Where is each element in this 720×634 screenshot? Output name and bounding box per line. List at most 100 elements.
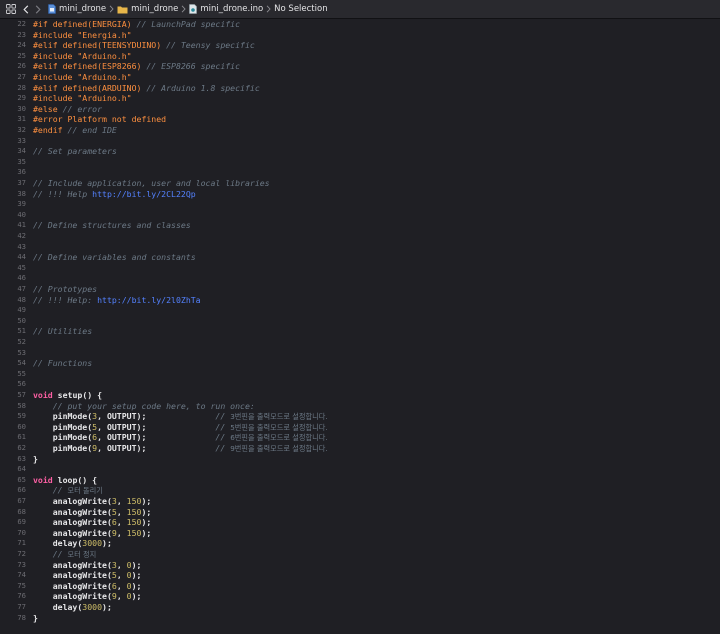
code-editor[interactable]: 22 #if defined(ENERGIA) // LaunchPad spec… — [0, 19, 720, 634]
code-token: , — [116, 580, 127, 591]
breadcrumb-project[interactable]: mini_drone — [48, 4, 106, 14]
code-token: } — [33, 612, 38, 623]
code-line[interactable]: 33 — [0, 136, 720, 147]
code-token: 150 — [126, 496, 142, 506]
code-token: #include "Arduino.h" — [33, 93, 132, 104]
code-line[interactable]: 49 — [0, 305, 720, 316]
code-line[interactable]: 23 #include "Energia.h" — [0, 30, 720, 41]
code-line[interactable]: 29 #include "Arduino.h" — [0, 93, 720, 104]
code-line[interactable]: 52 — [0, 337, 720, 348]
code-line[interactable]: 31 #error Platform not defined — [0, 114, 720, 125]
line-number: 58 — [17, 400, 26, 410]
back-arrow-icon[interactable] — [20, 0, 32, 19]
line-number: 24 — [17, 40, 26, 50]
code-line[interactable]: 37 // Include application, user and local… — [0, 178, 720, 189]
code-text: // Include application, user and local l… — [33, 178, 270, 189]
code-token: 모터 정지 — [67, 550, 97, 559]
code-token: // — [215, 421, 231, 432]
code-line[interactable]: 26 #elif defined(ESP8266) // ESP8266 spec… — [0, 61, 720, 72]
code-line[interactable]: 40 — [0, 210, 720, 221]
code-line[interactable]: 73 analogWrite(3, 0); — [0, 560, 720, 571]
code-line[interactable]: 69 analogWrite(6, 150); — [0, 517, 720, 528]
code-line[interactable]: 78} — [0, 613, 720, 624]
breadcrumb-selection[interactable]: No Selection — [274, 4, 327, 14]
line-number: 76 — [17, 591, 26, 601]
code-line[interactable]: 68 analogWrite(5, 150); — [0, 507, 720, 518]
line-number: 45 — [17, 262, 26, 272]
code-line[interactable]: 42 — [0, 231, 720, 242]
code-line[interactable]: 60 pinMode(5, OUTPUT); // 5번핀을 출력모드로 설정합… — [0, 422, 720, 433]
line-number: 48 — [17, 294, 26, 304]
code-line[interactable]: 54 // Functions — [0, 358, 720, 369]
code-line[interactable]: 27 #include "Arduino.h" — [0, 72, 720, 83]
code-text: analogWrite(6, 150); — [33, 517, 152, 528]
code-text: // Prototypes — [33, 284, 97, 295]
line-number: 41 — [17, 220, 26, 230]
code-token: // end IDE — [67, 125, 117, 135]
line-number: 57 — [17, 390, 26, 399]
code-token: // Teensy specific — [166, 40, 255, 51]
code-line[interactable]: 74 analogWrite(5, 0); — [0, 570, 720, 581]
code-token: // !!! Help: — [33, 294, 98, 305]
code-line[interactable]: 77 delay(3000); — [0, 602, 720, 613]
code-line[interactable]: 56 — [0, 379, 720, 390]
code-text: analogWrite(3, 150); — [33, 496, 152, 507]
code-line[interactable]: 58 // put your setup code here, to run o… — [0, 401, 720, 412]
code-line[interactable]: 48 // !!! Help: http://bit.ly/2l0ZhTa — [0, 295, 720, 306]
line-number: 64 — [17, 464, 26, 474]
code-line[interactable]: 25 #include "Arduino.h" — [0, 51, 720, 62]
code-line[interactable]: 38 // !!! Help http://bit.ly/2CL22Qp — [0, 189, 720, 200]
code-line[interactable]: 30 #else // error — [0, 104, 720, 115]
code-text: analogWrite(3, 0); — [33, 559, 142, 571]
code-token: ); — [141, 527, 152, 538]
code-line[interactable]: 70 analogWrite(9, 150); — [0, 528, 720, 539]
code-line[interactable]: 59 pinMode(3, OUTPUT); // 3번핀을 출력모드로 설정합… — [0, 411, 720, 422]
code-line[interactable]: 43 — [0, 242, 720, 253]
line-number: 74 — [17, 570, 26, 580]
code-line[interactable]: 50 — [0, 316, 720, 327]
code-text: // Define structures and classes — [33, 220, 191, 231]
code-token: , — [116, 527, 127, 538]
code-token: ); — [102, 602, 112, 612]
code-line[interactable]: 28 #elif defined(ARDUINO) // Arduino 1.8 … — [0, 83, 720, 94]
code-line[interactable]: 46 — [0, 273, 720, 284]
code-line[interactable]: 63} — [0, 454, 720, 465]
code-token: // LaunchPad specific — [136, 19, 241, 29]
code-text: analogWrite(9, 0); — [33, 591, 142, 602]
code-line[interactable]: 75 analogWrite(6, 0); — [0, 581, 720, 592]
code-line[interactable]: 64 — [0, 464, 720, 475]
code-line[interactable]: 66 // 모터 돌리기 — [0, 485, 720, 496]
code-line[interactable]: 53 — [0, 348, 720, 359]
forward-arrow-icon[interactable] — [32, 0, 44, 19]
code-line[interactable]: 67 analogWrite(3, 150); — [0, 496, 720, 507]
code-line[interactable]: 36 — [0, 167, 720, 178]
code-line[interactable]: 47 // Prototypes — [0, 284, 720, 295]
code-line[interactable]: 39 — [0, 199, 720, 210]
code-line[interactable]: 35 — [0, 157, 720, 168]
code-line[interactable]: 22 #if defined(ENERGIA) // LaunchPad spec… — [0, 19, 720, 30]
code-line[interactable]: 24 #elif defined(TEENSYDUINO) // Teensy s… — [0, 40, 720, 51]
code-line[interactable]: 34 // Set parameters — [0, 146, 720, 157]
code-line[interactable]: 72 // 모터 정지 — [0, 549, 720, 560]
breadcrumb-selection-label: No Selection — [274, 4, 328, 14]
breadcrumb-folder[interactable]: mini_drone — [117, 4, 178, 14]
line-number: 49 — [17, 305, 26, 315]
code-line[interactable]: 65 void loop() { — [0, 475, 720, 486]
code-line[interactable]: 55 — [0, 369, 720, 380]
breadcrumb-file[interactable]: mini_drone.ino — [189, 4, 263, 14]
code-token: , — [116, 559, 127, 570]
code-line[interactable]: 32 #endif // end IDE — [0, 125, 720, 136]
code-text: #include "Arduino.h" — [33, 72, 132, 83]
code-token: delay( — [33, 602, 83, 612]
code-line[interactable]: 45 — [0, 263, 720, 274]
code-line[interactable]: 71 delay(3000); — [0, 538, 720, 549]
code-line[interactable]: 44 // Define variables and constants — [0, 252, 720, 263]
code-line[interactable]: 51 // Utilities — [0, 326, 720, 337]
code-text: // Set parameters — [33, 146, 117, 157]
code-line[interactable]: 61 pinMode(6, OUTPUT); // 6번핀을 출력모드로 설정합… — [0, 432, 720, 443]
code-line[interactable]: 41 // Define structures and classes — [0, 220, 720, 231]
code-line[interactable]: 57 void setup() { — [0, 390, 720, 401]
related-items-grid-icon[interactable] — [2, 0, 20, 19]
code-line[interactable]: 76 analogWrite(9, 0); — [0, 591, 720, 602]
code-line[interactable]: 62 pinMode(9, OUTPUT); // 9번핀을 출력모드로 설정합… — [0, 443, 720, 454]
